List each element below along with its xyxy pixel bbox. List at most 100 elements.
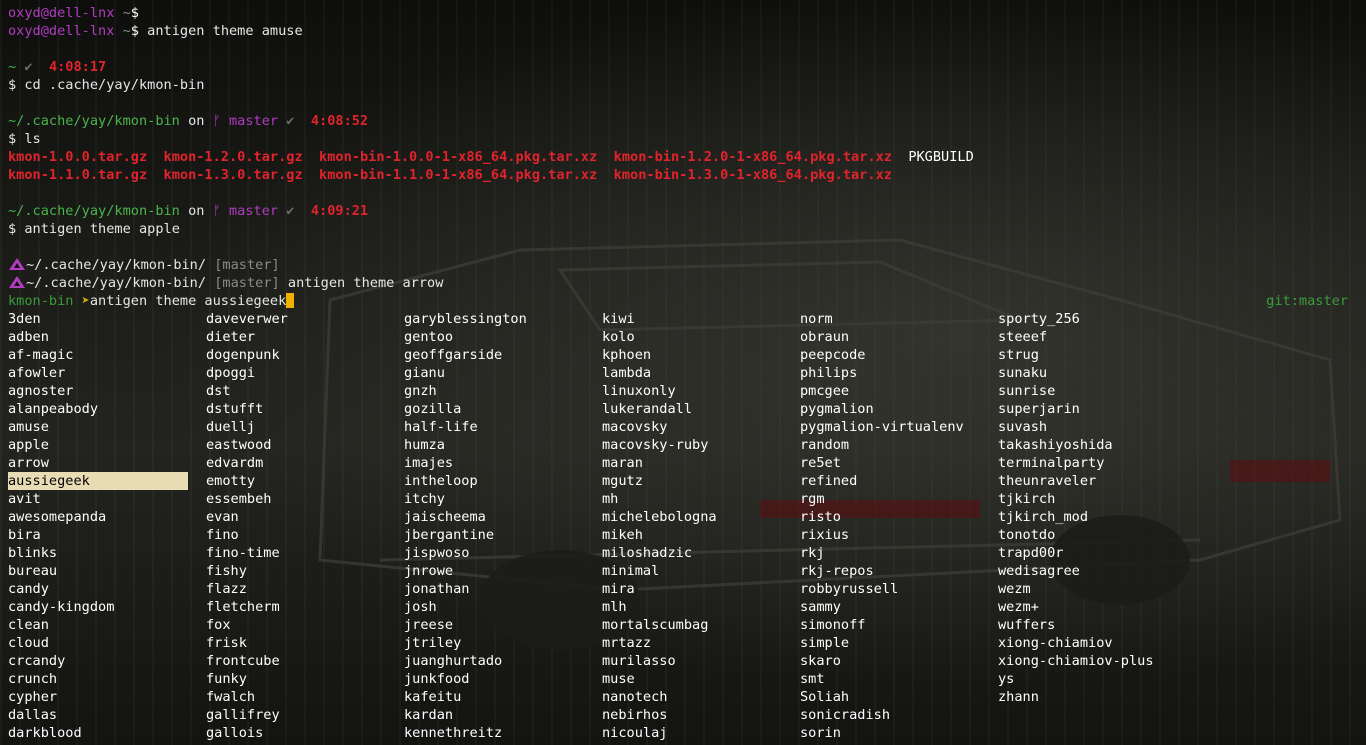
completion-item[interactable]: tjkirch [998,490,1196,508]
completion-item[interactable]: refined [800,472,998,490]
completion-item[interactable]: afowler [8,364,206,382]
completion-item[interactable]: awesomepanda [8,508,206,526]
completion-item[interactable]: cloud [8,634,206,652]
completion-item[interactable]: funky [206,670,404,688]
completion-item[interactable]: frontcube [206,652,404,670]
completion-item[interactable]: emotty [206,472,404,490]
completion-item[interactable]: jispwoso [404,544,602,562]
completion-item[interactable]: terminalparty [998,454,1196,472]
completion-item[interactable]: crunch [8,670,206,688]
completion-item[interactable]: intheloop [404,472,602,490]
completion-item[interactable]: mh [602,490,800,508]
completion-item[interactable]: candy [8,580,206,598]
completion-item[interactable]: muse [602,670,800,688]
completion-item[interactable]: evan [206,508,404,526]
completion-item[interactable]: obraun [800,328,998,346]
completion-item[interactable]: macovsky [602,418,800,436]
completion-item[interactable]: fox [206,616,404,634]
completion-item[interactable]: superjarin [998,400,1196,418]
completion-item[interactable]: smt [800,670,998,688]
completion-item[interactable]: 3den [8,310,206,328]
terminal-window[interactable]: oxyd@dell-lnx ~$ oxyd@dell-lnx ~$ antige… [8,4,1358,745]
completion-item[interactable]: kolo [602,328,800,346]
completion-item[interactable]: trapd00r [998,544,1196,562]
completion-item[interactable]: steeef [998,328,1196,346]
completion-item[interactable]: juanghurtado [404,652,602,670]
completion-item[interactable]: jtriley [404,634,602,652]
completion-item[interactable]: garyblessington [404,310,602,328]
completion-item[interactable]: frisk [206,634,404,652]
completion-item[interactable]: humza [404,436,602,454]
completion-item[interactable]: minimal [602,562,800,580]
completion-item[interactable]: half-life [404,418,602,436]
completion-item[interactable]: dogenpunk [206,346,404,364]
completion-item[interactable]: sunrise [998,382,1196,400]
completion-item[interactable]: fino [206,526,404,544]
completion-item[interactable]: jreese [404,616,602,634]
completion-item[interactable]: clean [8,616,206,634]
completion-item[interactable]: mira [602,580,800,598]
completion-item[interactable]: dst [206,382,404,400]
completion-item[interactable]: murilasso [602,652,800,670]
completion-item[interactable]: jbergantine [404,526,602,544]
completion-item[interactable]: nanotech [602,688,800,706]
completion-item[interactable]: robbyrussell [800,580,998,598]
completion-item[interactable]: jonathan [404,580,602,598]
completion-item[interactable]: sunaku [998,364,1196,382]
completion-item[interactable]: kennethreitz [404,724,602,742]
completion-item[interactable]: arrow [8,454,206,472]
completion-item[interactable]: re5et [800,454,998,472]
completion-item[interactable]: rkj [800,544,998,562]
completion-item[interactable]: gianu [404,364,602,382]
completion-item[interactable]: strug [998,346,1196,364]
completion-item[interactable]: pygmalion [800,400,998,418]
completion-item[interactable]: sammy [800,598,998,616]
completion-item[interactable]: gozilla [404,400,602,418]
completion-item[interactable]: simonoff [800,616,998,634]
completion-item[interactable]: lambda [602,364,800,382]
completion-item[interactable]: lukerandall [602,400,800,418]
completion-item[interactable]: skaro [800,652,998,670]
completion-item[interactable]: dallas [8,706,206,724]
completion-item[interactable]: agnoster [8,382,206,400]
completion-item[interactable]: pmcgee [800,382,998,400]
completion-item-selected[interactable]: aussiegeek [8,472,188,490]
completion-item[interactable]: mrtazz [602,634,800,652]
arrow-prompt-line[interactable]: kmon-bin ➤antigen theme aussiegeek git:ma… [8,292,1358,310]
completion-item[interactable]: darkblood [8,724,206,742]
completion-item[interactable]: mikeh [602,526,800,544]
completion-item[interactable]: rkj-repos [800,562,998,580]
completion-item[interactable]: maran [602,454,800,472]
completion-item[interactable]: adben [8,328,206,346]
completion-item[interactable]: dpoggi [206,364,404,382]
completion-item[interactable]: eastwood [206,436,404,454]
completion-item[interactable]: michelebologna [602,508,800,526]
completion-item[interactable]: af-magic [8,346,206,364]
completion-item[interactable]: amuse [8,418,206,436]
completion-item[interactable]: ys [998,670,1196,688]
completion-item[interactable]: norm [800,310,998,328]
completion-item[interactable]: wezm+ [998,598,1196,616]
completion-item[interactable]: cypher [8,688,206,706]
completion-item[interactable]: alanpeabody [8,400,206,418]
completion-item[interactable]: duellj [206,418,404,436]
completion-item[interactable]: kphoen [602,346,800,364]
completion-item[interactable]: philips [800,364,998,382]
completion-item[interactable]: gallifrey [206,706,404,724]
completion-item[interactable]: risto [800,508,998,526]
completion-item[interactable]: fino-time [206,544,404,562]
completion-item[interactable]: tonotdo [998,526,1196,544]
completion-item[interactable]: gnzh [404,382,602,400]
completion-item[interactable]: random [800,436,998,454]
completion-item[interactable]: itchy [404,490,602,508]
completion-item[interactable]: rgm [800,490,998,508]
completion-item[interactable]: sporty_256 [998,310,1196,328]
completion-item[interactable]: fishy [206,562,404,580]
completion-item[interactable]: peepcode [800,346,998,364]
completion-item[interactable]: wezm [998,580,1196,598]
completion-item[interactable]: xiong-chiamiov-plus [998,652,1196,670]
completion-item[interactable]: flazz [206,580,404,598]
completion-item[interactable]: pygmalion-virtualenv [800,418,998,436]
completion-item[interactable]: mlh [602,598,800,616]
completion-item[interactable]: nebirhos [602,706,800,724]
